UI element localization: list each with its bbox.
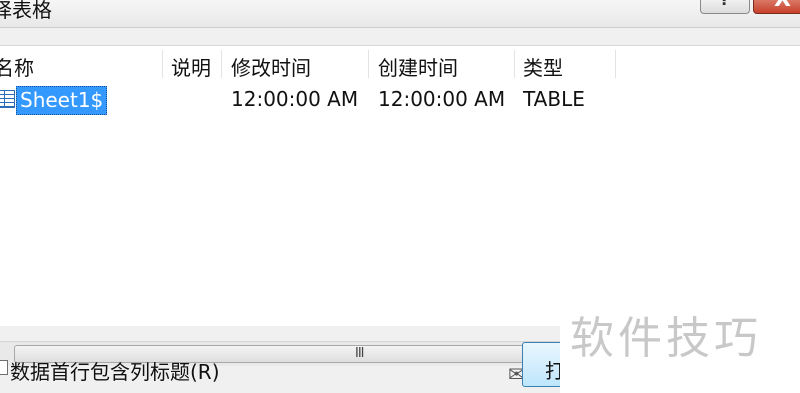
- column-divider[interactable]: [221, 50, 222, 78]
- column-header-row: 名称 说明 修改时间 创建时间 类型: [0, 46, 800, 84]
- column-divider[interactable]: [514, 50, 515, 78]
- column-header-description[interactable]: 说明: [171, 52, 211, 81]
- close-button[interactable]: X: [753, 0, 800, 14]
- column-divider[interactable]: [162, 50, 163, 78]
- help-icon: ?: [720, 0, 729, 9]
- help-button[interactable]: ?: [700, 0, 750, 14]
- close-icon: X: [774, 0, 791, 12]
- column-divider[interactable]: [615, 50, 616, 78]
- column-header-modified[interactable]: 修改时间: [231, 52, 311, 81]
- open-button[interactable]: 打: [522, 342, 565, 387]
- watermark: 软件技巧: [560, 266, 800, 393]
- row-modified: 12:00:00 AM: [231, 87, 359, 111]
- column-divider[interactable]: [368, 50, 369, 78]
- table-row[interactable]: Sheet1$ 12:00:00 AM 12:00:00 AM TABLE: [0, 86, 800, 115]
- column-header-created[interactable]: 创建时间: [378, 52, 458, 81]
- dialog-title: 择表格: [0, 0, 52, 22]
- row-created: 12:00:00 AM: [378, 87, 506, 111]
- grip-icon: III: [355, 346, 364, 361]
- row-name-selected[interactable]: Sheet1$: [16, 86, 108, 115]
- column-header-name[interactable]: 名称: [0, 52, 34, 81]
- row-type: TABLE: [523, 87, 585, 111]
- dialog-titlebar: 择表格 ? X: [0, 0, 800, 28]
- watermark-text: 软件技巧: [570, 313, 762, 364]
- first-row-header-label[interactable]: 数据首行包含列标题(R): [10, 356, 220, 385]
- table-icon: [0, 90, 15, 108]
- column-header-type[interactable]: 类型: [523, 52, 563, 81]
- first-row-header-checkbox[interactable]: [0, 360, 8, 375]
